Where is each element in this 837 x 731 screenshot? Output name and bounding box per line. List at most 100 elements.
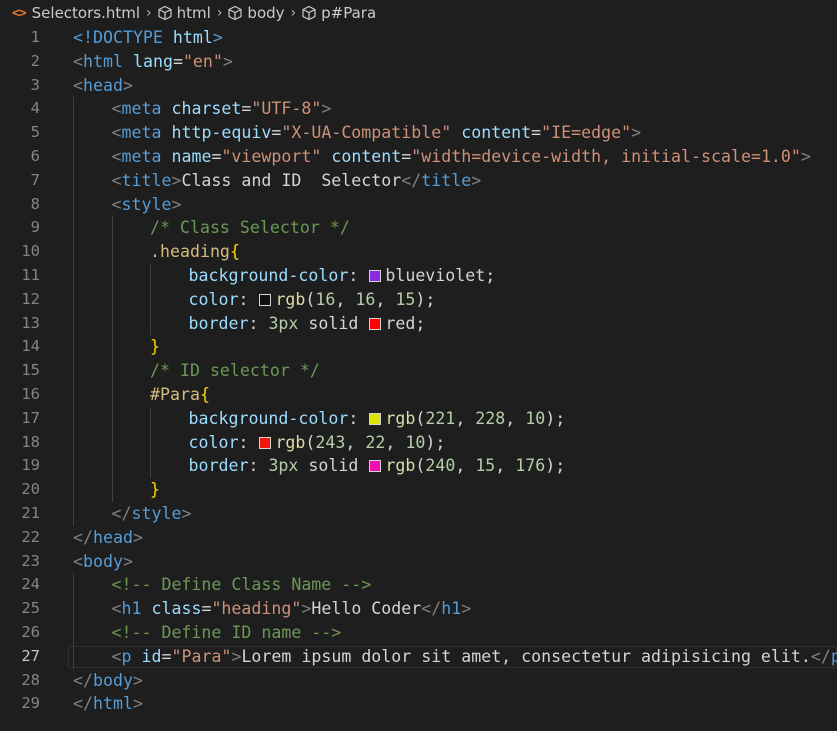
code-text: <meta http-equiv="X-UA-Compatible" conte… [112,121,642,145]
code-token: , [455,408,476,428]
code-line[interactable]: 4 <meta charset="UTF-8"> [0,97,837,121]
breadcrumb-file[interactable]: <> Selectors.html [12,4,140,22]
line-number: 26 [21,623,40,641]
code-token: : [238,289,259,309]
line-number: 14 [21,337,40,356]
line-number: 22 [21,527,40,546]
code-token: html [172,28,213,47]
color-swatch[interactable] [369,270,382,282]
code-text: <meta name="viewport" content="width=dev… [112,145,811,169]
code-line[interactable]: 24 <!-- Define Class Name --> [0,573,837,597]
code-token: } [150,480,160,500]
line-number: 28 [21,670,40,689]
code-token: > [461,599,472,619]
code-line[interactable]: 12 color: rgb(16, 16, 15); [0,288,837,312]
code-token: rgb [385,456,416,476]
code-editor[interactable]: 1 <!DOCTYPE html> 2 <html lang="en"> 3 <head>… [0,26,837,731]
code-text: </head> [73,526,143,550]
code-line[interactable]: 20} [0,478,837,502]
breadcrumb-item-p-para[interactable]: p#Para [301,4,376,22]
code-token: > [132,694,143,714]
line-number: 29 [21,694,40,713]
code-text: <p id="Para">Lorem ipsum dolor sit amet,… [112,645,837,669]
breadcrumb: <> Selectors.html › html › body › p#Para [0,0,837,26]
code-token: > [800,147,811,166]
code-line[interactable]: 10 .heading{ [0,240,837,264]
code-line[interactable]: 15 /* ID selector */ [0,359,837,383]
code-line[interactable]: 29 </html> [0,692,837,716]
chevron-right-icon: › [216,5,223,21]
code-token: h1 [441,599,462,619]
code-line[interactable]: 9 /* Class Selector */ [0,216,837,240]
code-token: rgb [275,432,306,452]
code-token: </ [73,694,93,714]
code-token: 10 [405,432,426,452]
line-number: 15 [21,361,40,380]
code-line[interactable]: 13 border: 3px solid red; [0,312,837,336]
code-line[interactable]: 11 background-color: blueviolet; [0,264,837,288]
code-token: lang [132,51,173,71]
code-line[interactable]: 16 #Para{ [0,383,837,407]
code-line[interactable]: 26 <!-- Define ID name --> [0,621,837,645]
code-token: { [199,385,210,404]
breadcrumb-item-body[interactable]: body [227,4,285,22]
code-line[interactable]: 28 </body> [0,669,837,693]
code-token: class [151,599,202,619]
breadcrumb-item-label: p#Para [321,4,377,22]
code-token: : [248,313,269,333]
code-line[interactable]: 27 <p id="Para">Lorem ipsum dolor sit ame… [0,645,837,669]
line-number: 7 [30,170,40,189]
code-line[interactable]: 6 <meta name="viewport" content="width=de… [0,145,837,169]
color-swatch[interactable] [259,293,272,306]
code-token: </ [73,670,93,690]
code-text: /* Class Selector */ [150,216,350,240]
code-token: 240 [425,456,456,476]
code-line[interactable]: 19 border: 3px solid rgb(240, 15, 176); [0,454,837,478]
code-text: <!DOCTYPE html> [73,26,223,50]
code-token: > [132,670,143,690]
code-token: /* ID selector */ [150,361,320,381]
code-token: rgb [275,289,306,309]
code-token: #Para [150,385,200,404]
cube-icon [158,5,172,21]
code-token: 16 [355,289,376,309]
code-token: <!-- Define ID name --> [111,623,342,642]
code-line[interactable]: 18 color: rgb(243, 22, 10); [0,431,837,455]
code-line[interactable]: 5 <meta http-equiv="X-UA-Compatible" cont… [0,121,837,145]
color-swatch[interactable] [369,412,382,425]
indent-guide [111,216,113,502]
code-text: <body> [73,550,133,574]
breadcrumb-item-html[interactable]: html [157,4,211,22]
color-swatch[interactable] [369,460,382,473]
code-token: > [231,646,242,666]
code-token: < [111,147,122,166]
code-text: <head> [73,74,133,98]
code-line[interactable]: 14} [0,335,837,359]
code-token: content [461,123,532,143]
code-line[interactable]: 23 <body> [0,550,837,574]
code-token: = [172,51,183,71]
code-line[interactable]: 2 <html lang="en"> [0,50,837,74]
code-line[interactable]: 1 <!DOCTYPE html> [0,26,837,50]
code-line[interactable]: 22 </head> [0,526,837,550]
code-line[interactable]: 17 background-color: rgb(221, 228, 10); [0,407,837,431]
code-line[interactable]: 3 <head> [0,74,837,98]
code-token: = [241,99,252,119]
line-number: 18 [21,432,40,451]
code-line[interactable]: 21 </style> [0,502,837,526]
code-line[interactable]: 25 <h1 class="heading">Hello Coder</h1> [0,597,837,621]
code-token: "viewport" [221,147,322,166]
code-token: <!DOCTYPE [73,28,163,47]
code-token: : [348,266,369,285]
color-swatch[interactable] [369,317,382,330]
code-text: background-color: rgb(221, 228, 10); [189,407,566,431]
code-line[interactable]: 7 <title>Class and ID Selector</title> [0,169,837,193]
code-token: > [212,28,223,47]
line-number: 3 [30,75,40,94]
code-token: ); [545,408,566,428]
code-token: style [131,504,182,523]
color-swatch[interactable] [259,436,272,449]
code-line[interactable]: 8 <style> [0,193,837,217]
